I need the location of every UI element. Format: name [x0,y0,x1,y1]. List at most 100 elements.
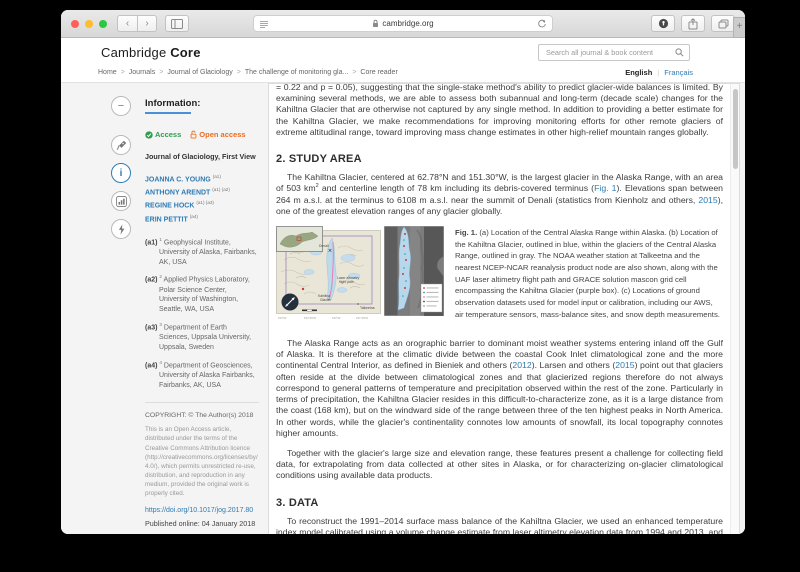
access-label: Access [155,130,181,139]
article-body: = 0.22 and p = 0.05), suggesting that th… [276,83,723,534]
breadcrumb-separator: > [237,69,241,76]
breadcrumb-item[interactable]: Home [98,69,117,76]
zoom-window-button[interactable] [99,20,107,28]
author-link[interactable]: REGINE HOCK (a1) (a3) [145,199,259,212]
map-tick-label: 151°30'W [356,316,368,320]
alaska-inset [277,226,323,251]
tabs-icon [718,19,729,29]
back-button[interactable]: ‹ [117,15,137,32]
author-link[interactable]: ERIN PETTIT (a4) [145,213,259,226]
breadcrumb-separator: > [352,69,356,76]
author-affil-sup: (a1) (a2) [212,187,230,192]
cambridge-core-logo[interactable]: Cambridge Core [101,45,201,60]
address-bar[interactable]: cambridge.org [253,15,553,32]
breadcrumb-item[interactable]: Core reader [360,69,397,76]
language-french-link[interactable]: Français [664,68,693,77]
breadcrumb-item[interactable]: The challenge of monitoring gla... [245,69,349,76]
sidebar-toggle-icon [171,19,183,29]
article-paragraph: To reconstruct the 1991–2014 surface mas… [276,516,723,534]
pen-icon [116,140,127,151]
citation-link[interactable]: Fig. 1 [594,183,616,193]
breadcrumb-item[interactable]: Journals [129,69,155,76]
lock-icon [372,19,379,28]
breadcrumb-item[interactable]: Journal of Glaciology [167,69,232,76]
actions-button[interactable] [111,219,131,239]
legend-box [421,284,442,312]
author-affil-sup: (a4) [190,214,198,219]
reader-mode-icon[interactable] [259,20,269,31]
access-badge[interactable]: Access [145,130,181,139]
author-link[interactable]: JOANNA C. YOUNG (a1) [145,173,259,186]
share-icon [688,18,698,30]
map-label-glacier-2: Glacier [320,298,332,302]
text-run: and centerline length of 78 km including… [319,183,594,193]
content-area: − i Information: Access [61,82,745,534]
share-button[interactable] [681,15,705,32]
map-tick-label: 153°W [278,316,287,320]
compass-icon [282,293,299,310]
article-paragraph: = 0.22 and p = 0.05), suggesting that th… [276,83,723,138]
citation-link[interactable]: 2015 [615,360,634,370]
text-run: Together with the glacier's large size a… [276,448,723,480]
author-link[interactable]: ANTHONY ARENDT (a1) (a2) [145,186,259,199]
logo-bold: Core [170,45,200,60]
author-affil-sup: (a1) (a3) [196,200,214,205]
search-icon[interactable] [675,48,684,57]
section-heading: 2. STUDY AREA [276,153,723,165]
doi-link[interactable]: https://doi.org/10.1017/jog.2017.80 [145,507,259,514]
information-button[interactable]: i [111,163,131,183]
information-title: Information: [145,98,259,109]
chart-icon [116,196,127,207]
downloads-button[interactable] [651,15,675,32]
affiliation-list: (a1) 1 Geophysical Institute, University… [145,237,259,391]
affiliation-item: (a1) 1 Geophysical Institute, University… [145,237,259,268]
map-label-flight-2: flight path [339,280,354,284]
tabs-button[interactable] [711,15,735,32]
collapse-panel-button[interactable]: − [111,96,131,116]
figure-caption-text: (a) Location of the Central Alaska Range… [455,228,720,319]
text-run: To reconstruct the 1991–2014 surface mas… [276,516,723,534]
window-controls [71,20,107,28]
language-english-link[interactable]: English [625,68,652,77]
copyright-line: COPYRIGHT: © The Author(s) 2018 [145,412,259,419]
minimize-window-button[interactable] [85,20,93,28]
search-input[interactable] [544,47,671,58]
scrollbar-thumb[interactable] [733,89,738,169]
nav-buttons: ‹ › [117,15,157,32]
section-heading: 3. DATA [276,497,723,509]
author-affil-sup: (a1) [213,174,221,179]
figure-image[interactable]: Denali Laser altimetry flight path Kahil… [276,226,444,327]
figure-block: Denali Laser altimetry flight path Kahil… [276,226,723,327]
citation-link[interactable]: 2015 [698,195,717,205]
citation-link[interactable]: 2012 [512,360,531,370]
affiliation-item: (a4) 4 Department of Geosciences, Univer… [145,360,259,391]
published-date: Published online: 04 January 2018 [145,519,259,528]
close-window-button[interactable] [71,20,79,28]
text-run: ). Larsen and others ( [532,360,616,370]
metrics-button[interactable] [111,191,131,211]
toolbar-right-buttons [651,15,735,32]
open-access-badge[interactable]: Open access [190,130,245,139]
talkeetna-marker [357,303,359,305]
journal-title[interactable]: Journal of Glaciology, First View [145,152,259,161]
scrollbar-track[interactable] [730,84,739,534]
sidebar-toggle-button[interactable] [165,15,189,32]
new-tab-button[interactable]: + [733,17,745,38]
license-text: This is an Open Access article, distribu… [145,425,259,498]
refresh-button[interactable] [537,19,547,31]
map-tick-label: 152°30'W [304,316,316,320]
forward-button[interactable]: › [137,15,157,32]
affiliation-item: (a2) 2 Applied Physics Laboratory, Polar… [145,274,259,315]
article-paragraph: The Kahiltna Glacier, centered at 62.78°… [276,172,723,217]
access-badges: Access Open access [145,130,259,139]
open-padlock-icon [190,130,197,139]
open-access-label: Open access [199,130,245,139]
breadcrumb-separator: > [121,69,125,76]
search-box[interactable] [538,44,690,61]
affiliation-item: (a3) 3 Department of Earth Sciences, Upp… [145,322,259,353]
downloads-icon [658,18,669,29]
annotate-button[interactable] [111,135,131,155]
scale-bar [302,309,317,311]
glacier-detail-panel [385,226,444,316]
minus-icon: − [118,100,124,112]
